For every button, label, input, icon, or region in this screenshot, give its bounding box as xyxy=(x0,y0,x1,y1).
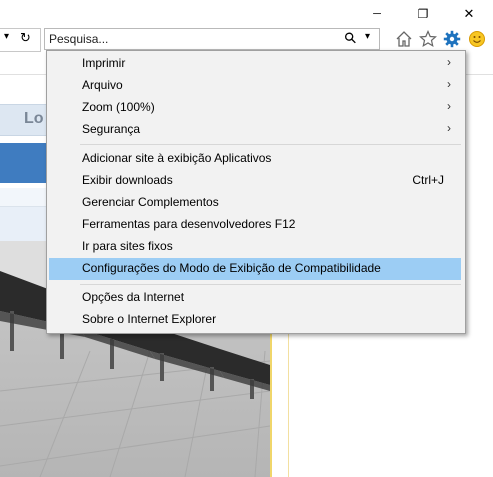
menu-item-safety[interactable]: Segurança › xyxy=(49,119,461,141)
address-bar-end[interactable]: ▾ ↻ xyxy=(0,28,41,52)
feedback-button[interactable] xyxy=(466,28,488,50)
search-dropdown-icon[interactable]: ▾ xyxy=(365,31,370,42)
home-icon xyxy=(396,31,412,47)
page-side-panel xyxy=(272,334,493,477)
chevron-right-icon: › xyxy=(447,77,451,91)
menu-item-label: Opções da Internet xyxy=(82,290,185,304)
menu-item-manage-addons[interactable]: Gerenciar Complementos xyxy=(49,192,461,214)
search-box[interactable]: ⚲ ▾ xyxy=(44,28,380,50)
menu-item-f12-tools[interactable]: Ferramentas para desenvolvedores F12 xyxy=(49,214,461,236)
restore-button[interactable]: ❐ xyxy=(412,4,434,24)
menu-item-view-downloads[interactable]: Exibir downloads Ctrl+J xyxy=(49,170,461,192)
menu-item-add-site-apps[interactable]: Adicionar site à exibição Aplicativos xyxy=(49,148,461,170)
restore-icon: ❐ xyxy=(417,7,429,21)
menu-item-label: Configurações do Modo de Exibição de Com… xyxy=(82,261,381,275)
menu-item-label: Ir para sites fixos xyxy=(82,239,173,253)
chevron-right-icon: › xyxy=(447,99,451,113)
tools-button[interactable] xyxy=(441,28,463,50)
page-strip xyxy=(0,188,46,207)
dropdown-icon[interactable]: ▾ xyxy=(4,31,9,42)
page-nav-bar xyxy=(0,143,46,183)
menu-item-compatibility-view-settings[interactable]: Configurações do Modo de Exibição de Com… xyxy=(49,258,461,280)
page-border-accent xyxy=(270,334,272,477)
menu-item-shortcut: Ctrl+J xyxy=(412,173,444,187)
menu-item-label: Segurança xyxy=(82,122,141,136)
page-right-margin xyxy=(474,76,493,336)
page-header-text: Lo xyxy=(24,110,44,127)
menu-item-label: Gerenciar Complementos xyxy=(82,195,219,209)
menu-item-internet-options[interactable]: Opções da Internet xyxy=(49,287,461,309)
close-button[interactable]: ✕ xyxy=(458,4,480,24)
close-icon: ✕ xyxy=(463,6,475,21)
chevron-right-icon: › xyxy=(447,121,451,135)
menu-item-label: Exibir downloads xyxy=(82,173,173,187)
tools-menu: Imprimir › Arquivo › Zoom (100%) › Segur… xyxy=(46,50,466,334)
menu-item-print[interactable]: Imprimir › xyxy=(49,53,461,75)
gear-icon xyxy=(443,30,461,48)
menu-item-file[interactable]: Arquivo › xyxy=(49,75,461,97)
chevron-right-icon: › xyxy=(447,55,451,69)
favorites-button[interactable] xyxy=(417,28,439,50)
menu-separator xyxy=(80,284,461,285)
menu-item-label: Adicionar site à exibição Aplicativos xyxy=(82,151,272,165)
menu-item-zoom[interactable]: Zoom (100%) › xyxy=(49,97,461,119)
menu-item-about-ie[interactable]: Sobre o Internet Explorer xyxy=(49,309,461,331)
menu-item-label: Imprimir xyxy=(82,56,126,70)
search-icon[interactable]: ⚲ xyxy=(340,28,361,48)
minimize-icon: ─ xyxy=(373,8,381,20)
page-strip-2 xyxy=(0,207,46,241)
home-button[interactable] xyxy=(393,28,415,50)
page-border-accent-2 xyxy=(288,334,289,477)
refresh-icon[interactable]: ↻ xyxy=(20,30,31,46)
star-icon xyxy=(419,30,437,48)
menu-item-pinned-sites[interactable]: Ir para sites fixos xyxy=(49,236,461,258)
menu-item-label: Arquivo xyxy=(82,78,123,92)
menu-separator xyxy=(80,144,461,145)
menu-item-label: Sobre o Internet Explorer xyxy=(82,312,217,326)
search-input[interactable] xyxy=(49,30,329,48)
menu-item-label: Zoom (100%) xyxy=(82,100,155,114)
smiley-icon xyxy=(469,31,485,47)
menu-item-label: Ferramentas para desenvolvedores F12 xyxy=(82,217,296,231)
minimize-button[interactable]: ─ xyxy=(366,4,388,24)
